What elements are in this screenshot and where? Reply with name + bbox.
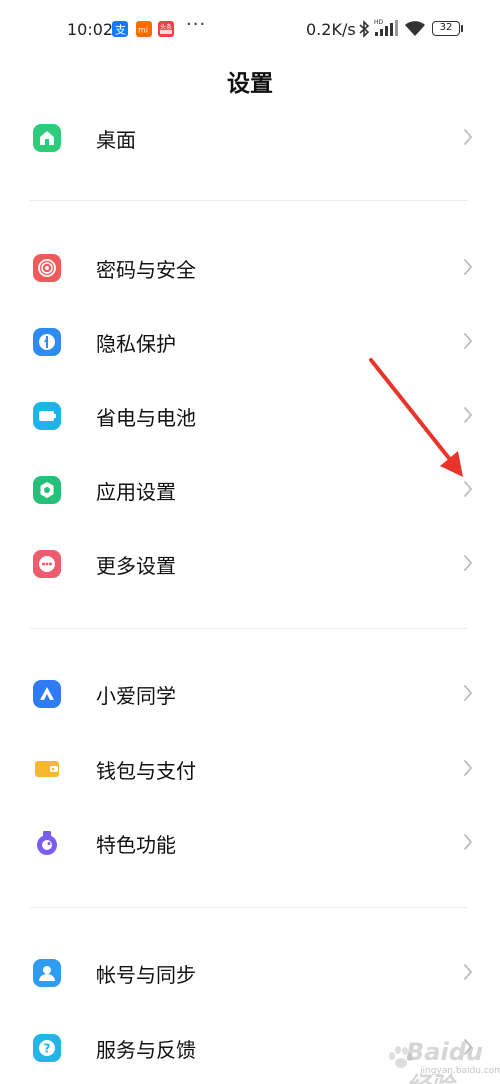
settings-screen: 10:02 支 mi 头条 ··· 0.2K/s HD 32 设置 桌面 密码与…	[0, 0, 500, 1084]
chevron-right-icon	[462, 553, 474, 573]
app-gear-icon	[33, 476, 61, 504]
svg-text:mi: mi	[138, 26, 148, 35]
xiaoai-icon	[33, 680, 61, 708]
features-icon	[33, 829, 61, 857]
chevron-right-icon	[462, 683, 474, 703]
battery-icon	[33, 402, 61, 430]
settings-item-battery[interactable]: 省电与电池	[0, 385, 500, 445]
section-divider	[30, 907, 468, 908]
settings-item-label: 密码与安全	[96, 258, 196, 282]
settings-item-xiaoai[interactable]: 小爱同学	[0, 663, 500, 723]
settings-item-label: 帐号与同步	[96, 963, 196, 987]
privacy-shield-icon	[33, 328, 61, 356]
settings-item-features[interactable]: 特色功能	[0, 812, 500, 872]
svg-text:支: 支	[115, 24, 126, 37]
status-bar: 10:02 支 mi 头条 ··· 0.2K/s HD 32	[0, 0, 500, 60]
settings-item-more-settings[interactable]: 更多设置	[0, 533, 500, 593]
status-time: 10:02	[67, 20, 114, 39]
chevron-right-icon	[462, 962, 474, 982]
settings-item-label: 省电与电池	[96, 406, 196, 430]
network-speed: 0.2K/s	[306, 20, 356, 39]
chevron-right-icon	[462, 758, 474, 778]
settings-item-password-security[interactable]: 密码与安全	[0, 237, 500, 297]
chevron-right-icon	[462, 331, 474, 351]
fingerprint-icon	[33, 254, 61, 282]
section-divider	[30, 200, 468, 201]
account-icon	[33, 959, 61, 987]
more-notifications-icon: ···	[186, 14, 207, 35]
alipay-icon: 支	[112, 21, 128, 37]
signal-icon: HD	[374, 18, 400, 42]
svg-text:头条: 头条	[160, 23, 172, 31]
svg-text:?: ?	[44, 1042, 51, 1056]
settings-item-label: 隐私保护	[96, 332, 176, 356]
settings-item-label: 服务与反馈	[96, 1038, 196, 1062]
help-icon: ?	[33, 1034, 61, 1062]
more-dots-icon	[33, 550, 61, 578]
battery-cap	[461, 25, 463, 32]
settings-item-label: 更多设置	[96, 554, 176, 578]
battery-level: 32	[432, 21, 460, 36]
section-divider	[30, 628, 468, 629]
svg-text:HD: HD	[374, 19, 384, 26]
watermark-text: Baidu经验	[406, 1038, 483, 1084]
bluetooth-icon	[358, 20, 370, 42]
chevron-right-icon	[462, 127, 474, 147]
settings-item-app-settings[interactable]: 应用设置	[0, 459, 500, 519]
settings-item-privacy[interactable]: 隐私保护	[0, 311, 500, 371]
chevron-right-icon	[462, 257, 474, 277]
wallet-icon	[33, 755, 61, 783]
settings-item-label: 桌面	[96, 128, 136, 152]
settings-item-desktop[interactable]: 桌面	[0, 107, 500, 167]
settings-item-label: 特色功能	[96, 833, 176, 857]
settings-item-label: 钱包与支付	[96, 759, 196, 783]
mi-icon: mi	[136, 21, 152, 37]
watermark-url: jingyan.baidu.com	[420, 1066, 500, 1076]
chevron-right-icon	[462, 405, 474, 425]
page-title: 设置	[227, 71, 273, 97]
settings-item-label: 小爱同学	[96, 684, 176, 708]
settings-item-account-sync[interactable]: 帐号与同步	[0, 942, 500, 1002]
home-icon	[33, 124, 61, 152]
settings-item-wallet[interactable]: 钱包与支付	[0, 738, 500, 798]
wifi-icon	[404, 20, 426, 42]
toutiao-icon: 头条	[158, 21, 174, 37]
settings-item-label: 应用设置	[96, 480, 176, 504]
chevron-right-icon	[462, 479, 474, 499]
chevron-right-icon	[462, 832, 474, 852]
